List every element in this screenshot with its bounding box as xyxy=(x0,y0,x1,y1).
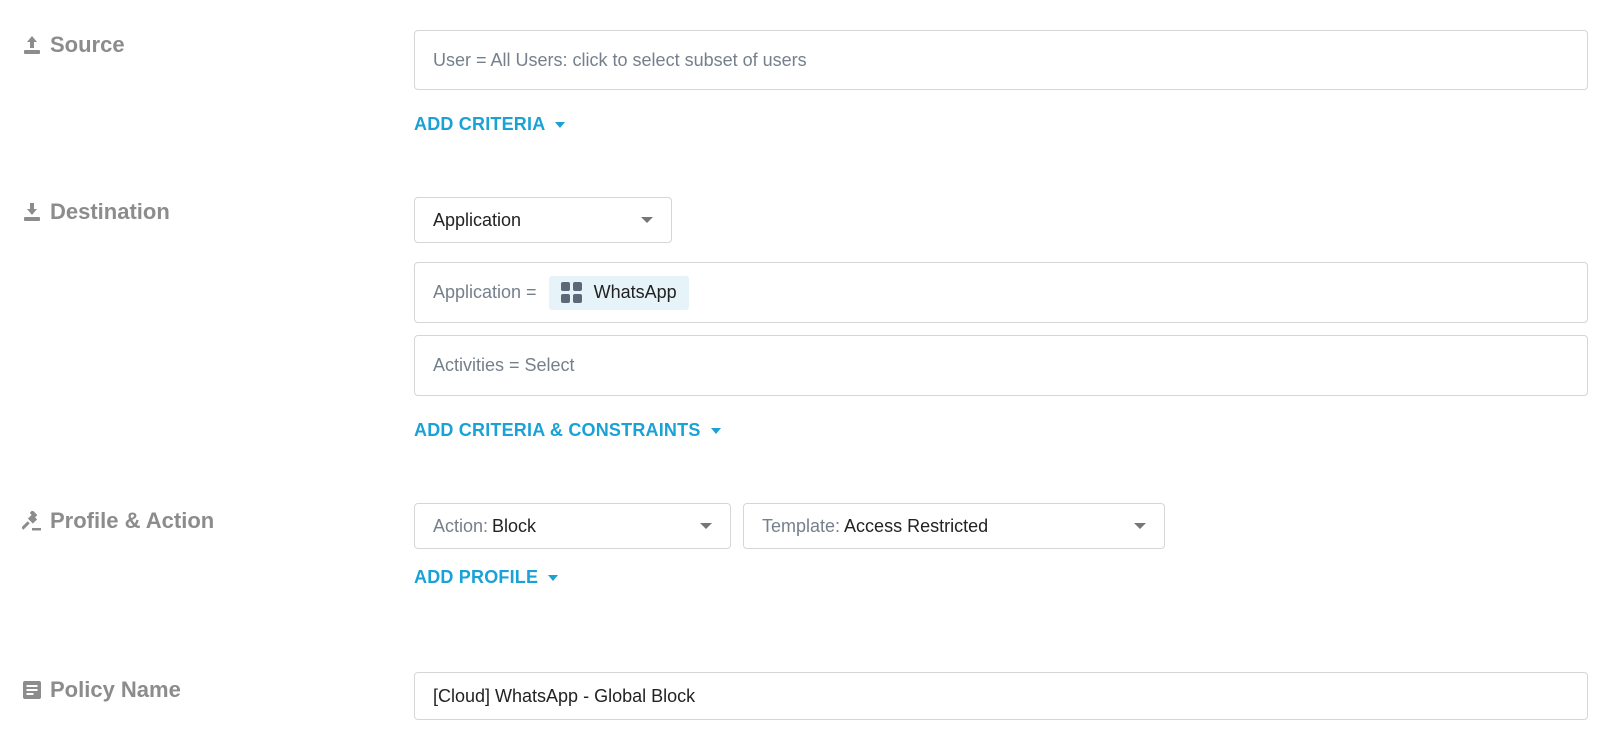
user-criteria-field[interactable]: User = All Users: click to select subset… xyxy=(414,30,1588,90)
add-profile-label: ADD PROFILE xyxy=(414,567,539,587)
app-grid-icon xyxy=(560,282,582,303)
policy-form: Source User = All Users: click to select… xyxy=(0,0,1600,737)
application-chip-label: WhatsApp xyxy=(593,282,677,302)
policy-name-input[interactable]: [Cloud] WhatsApp - Global Block xyxy=(414,672,1588,720)
destination-type-value: Application xyxy=(433,209,522,230)
add-criteria-label: ADD CRITERIA xyxy=(414,114,546,134)
action-prefix: Action: xyxy=(433,515,489,536)
template-value: Access Restricted xyxy=(844,515,989,536)
chevron-down-icon xyxy=(555,121,566,128)
document-icon xyxy=(22,680,42,700)
download-icon xyxy=(22,202,42,222)
add-criteria-constraints-label: ADD CRITERIA & CONSTRAINTS xyxy=(414,420,701,440)
chevron-down-icon xyxy=(1134,523,1146,529)
template-select[interactable]: Template: Access Restricted xyxy=(743,503,1165,549)
add-criteria-button[interactable]: ADD CRITERIA xyxy=(414,114,566,135)
add-profile-button[interactable]: ADD PROFILE xyxy=(414,567,559,588)
action-select[interactable]: Action: Block xyxy=(414,503,731,549)
chevron-down-icon xyxy=(710,427,721,434)
policy-name-label: Policy Name xyxy=(50,677,181,702)
activities-field[interactable]: Activities = Select xyxy=(414,335,1588,396)
destination-section-label: Destination xyxy=(22,199,170,225)
application-chip[interactable]: WhatsApp xyxy=(548,275,689,310)
add-criteria-constraints-button[interactable]: ADD CRITERIA & CONSTRAINTS xyxy=(414,420,721,441)
upload-icon xyxy=(22,35,42,55)
template-prefix: Template: xyxy=(762,515,841,536)
source-section-label: Source xyxy=(22,32,125,58)
destination-label: Destination xyxy=(50,199,170,224)
chevron-down-icon xyxy=(641,217,653,223)
policy-name-value: [Cloud] WhatsApp - Global Block xyxy=(433,685,696,706)
user-criteria-text: User = All Users: click to select subset… xyxy=(433,49,807,70)
application-prefix: Application = xyxy=(433,282,537,302)
activities-text: Activities = Select xyxy=(433,355,575,375)
chevron-down-icon xyxy=(548,574,559,581)
application-criteria-field[interactable]: Application = WhatsApp xyxy=(414,262,1588,323)
policy-name-section-label: Policy Name xyxy=(22,677,181,703)
destination-type-select[interactable]: Application xyxy=(414,197,672,243)
gavel-icon xyxy=(22,511,42,531)
profile-action-section-label: Profile & Action xyxy=(22,508,214,534)
action-value: Block xyxy=(492,515,537,536)
profile-action-label: Profile & Action xyxy=(50,508,215,533)
chevron-down-icon xyxy=(700,523,712,529)
source-label: Source xyxy=(50,32,125,57)
